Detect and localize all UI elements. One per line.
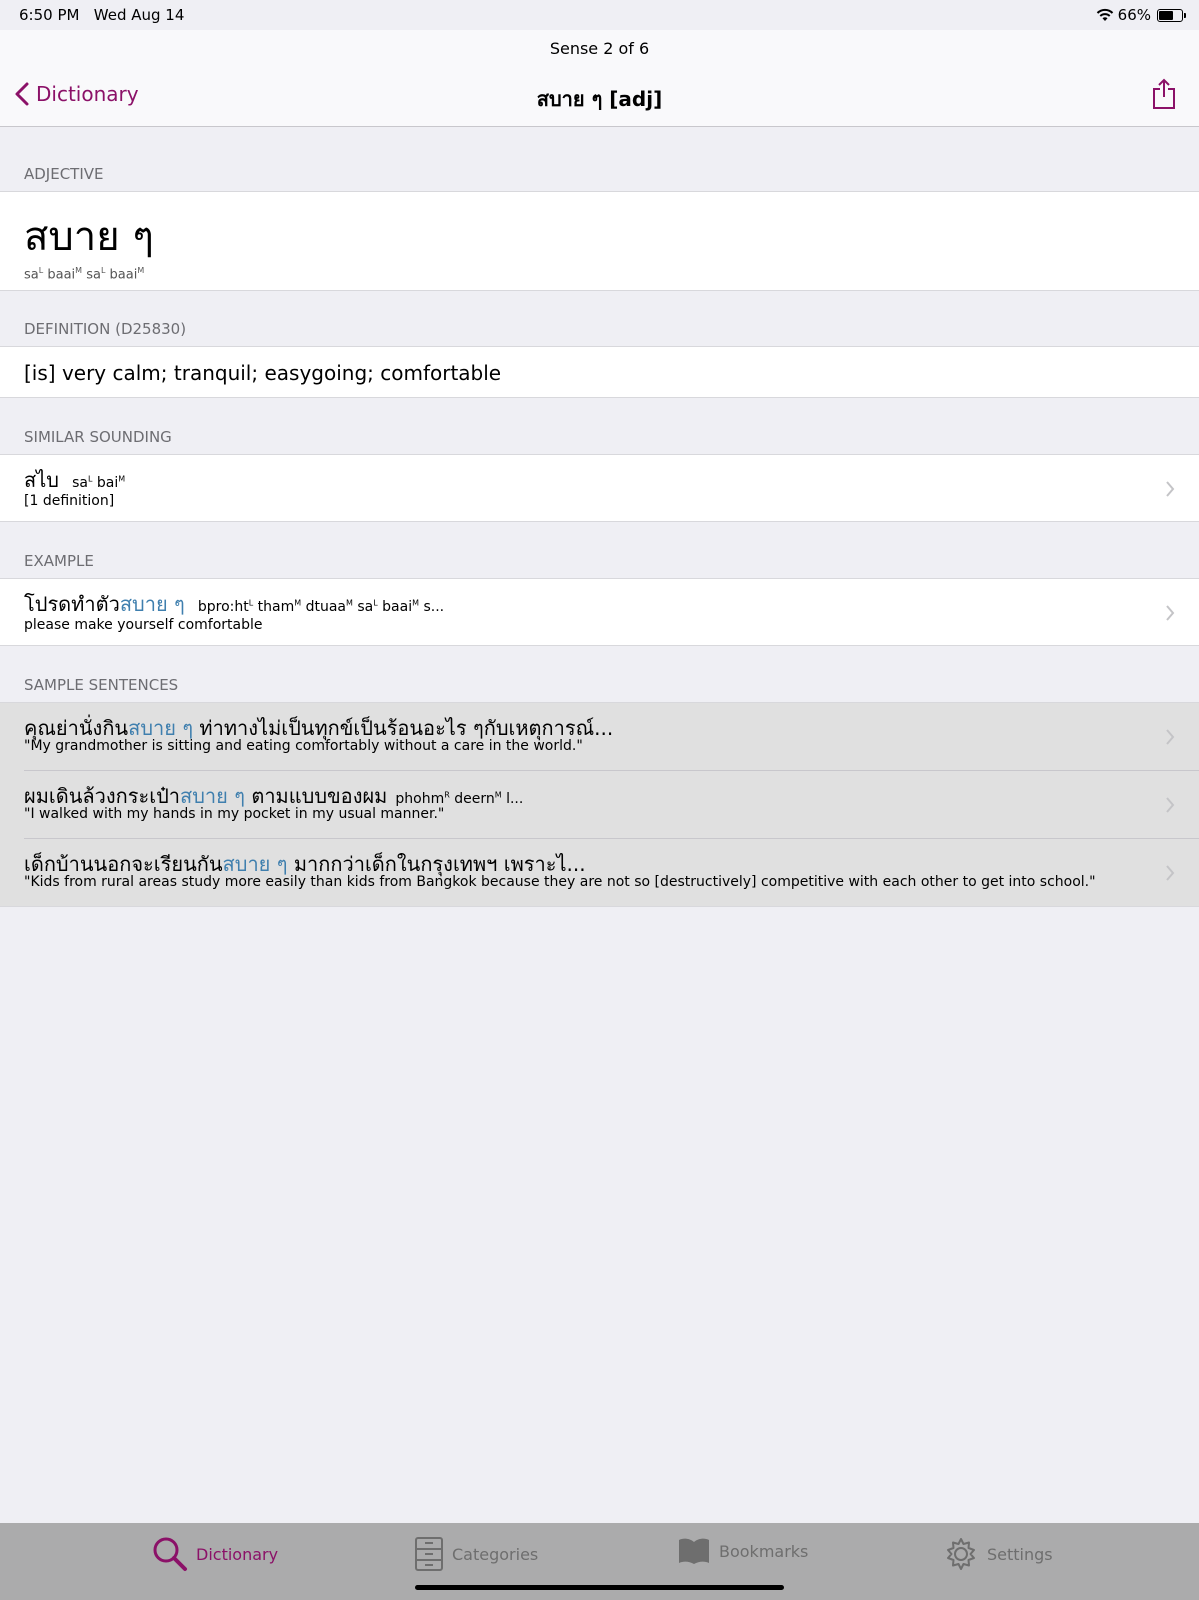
status-indicators: 66%	[1096, 6, 1186, 24]
similar-detail: [1 definition]	[24, 493, 115, 509]
definition-text: [is] very calm; tranquil; easygoing; com…	[24, 361, 502, 385]
sample-english: "Kids from rural areas study more easily…	[24, 874, 1096, 890]
sample-sentence-row[interactable]: คุณย่านั่งกินสบาย ๆ ท่าทางไม่เป็นทุกข์เป…	[0, 703, 1199, 771]
sense-indicator: Sense 2 of 6	[549, 39, 650, 58]
section-header-sample-sentences: SAMPLE SENTENCES	[24, 676, 179, 694]
gear-icon	[947, 1538, 975, 1570]
sample-thai: ผมเดินล้วงกระเป๋าสบาย ๆ ตามแบบของผม	[24, 784, 388, 808]
section-header-example: EXAMPLE	[24, 552, 94, 570]
similar-pronunciation: saL baiM	[72, 474, 126, 491]
home-indicator[interactable]	[415, 1585, 784, 1590]
example-english: please make yourself comfortable	[24, 617, 263, 633]
example-thai: โปรดทำตัวสบาย ๆ	[24, 592, 185, 616]
chevron-right-icon	[1166, 729, 1175, 745]
similar-thai: สไบ	[24, 468, 59, 492]
book-icon	[679, 1538, 709, 1564]
example-line: โปรดทำตัวสบาย ๆ bpro:htL thamM dtuaaM sa…	[24, 588, 444, 620]
chevron-right-icon	[1166, 865, 1175, 881]
headword-cell: สบาย ๆ saL baaiM saL baaiM	[0, 191, 1199, 291]
sample-english: "My grandmother is sitting and eating co…	[24, 738, 583, 754]
chevron-right-icon	[1166, 481, 1175, 497]
chevron-right-icon	[1166, 605, 1175, 621]
similar-sounding-row[interactable]: สไบ saL baiM [1 definition]	[0, 454, 1199, 522]
tab-settings-label: Settings	[987, 1544, 1053, 1564]
status-bar: 6:50 PM Wed Aug 14 66%	[0, 0, 1199, 30]
section-header-definition: DEFINITION (D25830)	[24, 320, 187, 338]
sample-pronunciation: phohmR deernM l...	[395, 790, 524, 807]
tab-dictionary-label: Dictionary	[196, 1544, 279, 1564]
sample-thai: เด็กบ้านนอกจะเรียนกันสบาย ๆ มากกว่าเด็กใ…	[24, 852, 586, 876]
similar-line: สไบ saL baiM	[24, 464, 125, 496]
tab-categories-label: Categories	[452, 1544, 539, 1564]
navigation-bar: Sense 2 of 6 Dictionary สบาย ๆ [adj]	[0, 30, 1199, 127]
page-title: สบาย ๆ [adj]	[536, 87, 663, 111]
sample-sentences-list: คุณย่านั่งกินสบาย ๆ ท่าทางไม่เป็นทุกข์เป…	[0, 702, 1199, 907]
battery-icon	[1157, 8, 1186, 22]
tab-categories[interactable]: Categories	[414, 1536, 538, 1572]
sample-english: "I walked with my hands in my pocket in …	[24, 806, 445, 822]
wifi-icon	[1096, 8, 1113, 21]
headword: สบาย ๆ	[24, 214, 154, 260]
sample-sentence-row[interactable]: เด็กบ้านนอกจะเรียนกันสบาย ๆ มากกว่าเด็กใ…	[0, 839, 1199, 907]
headword-pronunciation: saL baaiM saL baaiM	[24, 266, 145, 283]
chevron-right-icon	[1166, 797, 1175, 813]
battery-percent: 66%	[1117, 6, 1151, 24]
example-row[interactable]: โปรดทำตัวสบาย ๆ bpro:htL thamM dtuaaM sa…	[0, 578, 1199, 646]
sample-thai: คุณย่านั่งกินสบาย ๆ ท่าทางไม่เป็นทุกข์เป…	[24, 716, 614, 740]
tab-bookmarks[interactable]: Bookmarks	[677, 1536, 808, 1566]
tab-bookmarks-label: Bookmarks	[719, 1541, 809, 1561]
cabinet-icon	[415, 1537, 443, 1571]
example-pronunciation: bpro:htL thamM dtuaaM saL baaiM s...	[197, 598, 445, 615]
sample-sentence-row[interactable]: ผมเดินล้วงกระเป๋าสบาย ๆ ตามแบบของผม phohm…	[0, 771, 1199, 839]
status-time: 6:50 PM Wed Aug 14	[19, 6, 185, 24]
definition-cell: [is] very calm; tranquil; easygoing; com…	[0, 346, 1199, 398]
battery-level	[1159, 10, 1173, 20]
share-icon[interactable]	[1151, 78, 1177, 110]
search-icon	[153, 1537, 187, 1571]
section-header-part-of-speech: ADJECTIVE	[24, 165, 104, 183]
section-header-similar-sounding: SIMILAR SOUNDING	[24, 428, 172, 446]
tab-settings[interactable]: Settings	[943, 1536, 1053, 1572]
tab-dictionary[interactable]: Dictionary	[152, 1536, 278, 1572]
